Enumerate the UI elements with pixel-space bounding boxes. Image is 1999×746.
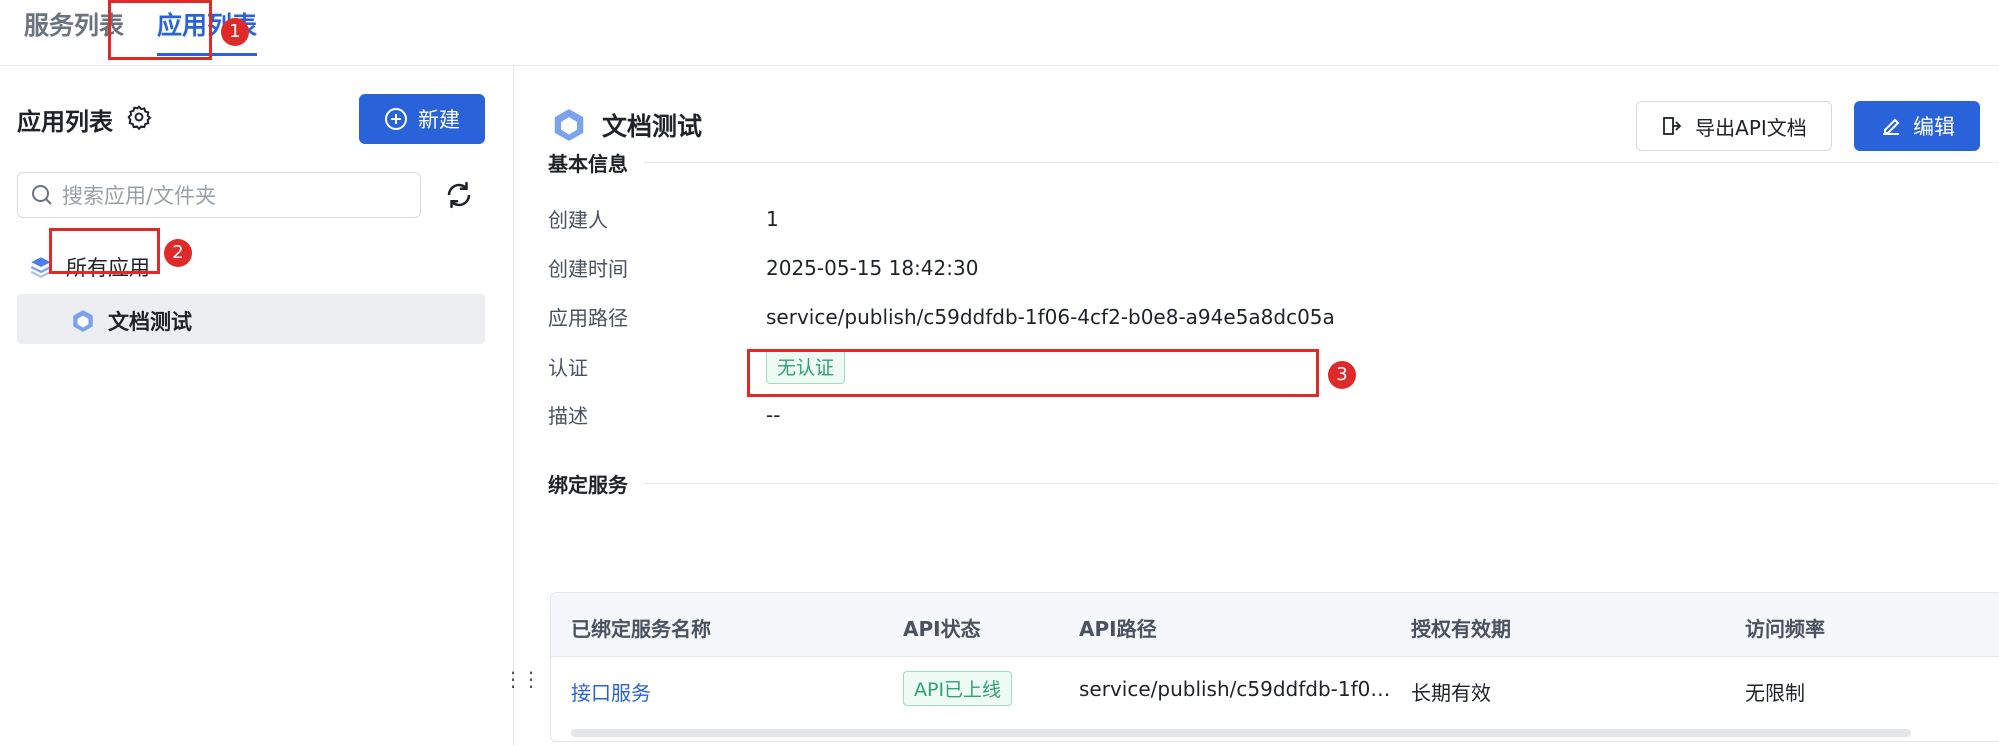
export-api-doc-button[interactable]: 导出API文档 <box>1636 101 1832 151</box>
horizontal-scrollbar[interactable] <box>571 729 1911 737</box>
api-path-cell: service/publish/c59ddfdb-1f0… <box>1079 677 1391 701</box>
info-row-app-path: 应用路径 service/publish/c59ddfdb-1f06-4cf2-… <box>548 302 1335 331</box>
info-label: 描述 <box>548 404 588 428</box>
section-bound-services: 绑定服务 <box>548 469 1998 498</box>
divider <box>644 483 1998 484</box>
main-panel: 文档测试 导出API文档 编辑 基本信息 创建人 1 创建时间 2025-05-… <box>514 66 1999 746</box>
bound-services-table: 已绑定服务名称 API状态 API路径 授权有效期 访问频率 接口服务 API已… <box>550 592 1999 742</box>
search-icon <box>32 185 52 205</box>
app-title: 文档测试 <box>550 106 702 144</box>
annotation-box-1 <box>108 0 212 60</box>
info-label: 创建人 <box>548 208 608 232</box>
info-label: 创建时间 <box>548 257 628 281</box>
new-app-label: 新建 <box>418 108 460 132</box>
section-bound-services-title: 绑定服务 <box>548 473 628 497</box>
plus-circle-icon <box>385 108 407 130</box>
new-app-button[interactable]: 新建 <box>359 94 485 144</box>
export-api-doc-label: 导出API文档 <box>1695 115 1807 140</box>
annotation-callout-3: 3 <box>1328 361 1356 389</box>
search-input[interactable]: 搜索应用/文件夹 <box>17 172 421 218</box>
info-value[interactable]: service/publish/c59ddfdb-1f06-4cf2-b0e8-… <box>766 305 1335 329</box>
info-row-description: 描述 -- <box>548 400 780 429</box>
api-status-badge: API已上线 <box>903 671 1013 706</box>
app-cube-icon <box>554 109 584 141</box>
info-value: 1 <box>766 206 779 231</box>
annotation-callout-1: 1 <box>221 18 249 46</box>
tree-item-selected[interactable]: 文档测试 <box>17 294 485 344</box>
tree-item-label: 文档测试 <box>108 310 192 334</box>
app-cube-icon <box>73 310 93 332</box>
sidebar-title: 应用列表 <box>17 108 113 136</box>
column-header: API路径 <box>1079 617 1157 641</box>
column-header: 访问频率 <box>1745 617 1825 641</box>
annotation-callout-2: 2 <box>164 239 192 267</box>
export-icon <box>1663 117 1682 135</box>
info-label: 应用路径 <box>548 306 628 330</box>
sidebar: 应用列表 新建 搜索应用/文件夹 所有应用 文档测试 ⋮⋮ <box>0 66 541 746</box>
info-label: 认证 <box>548 356 588 380</box>
column-header: API状态 <box>903 617 981 641</box>
edit-label: 编辑 <box>1913 115 1955 139</box>
divider <box>644 162 1998 163</box>
edit-button[interactable]: 编辑 <box>1854 101 1980 151</box>
gear-icon[interactable] <box>126 104 152 130</box>
info-row-creator: 创建人 1 <box>548 204 779 233</box>
column-header: 授权有效期 <box>1411 617 1511 641</box>
annotation-box-2 <box>49 228 160 274</box>
service-name-link[interactable]: 接口服务 <box>571 677 651 706</box>
info-value: 2025-05-15 18:42:30 <box>766 255 979 280</box>
rate-limit-cell: 无限制 <box>1745 681 1805 705</box>
search-placeholder: 搜索应用/文件夹 <box>62 184 217 208</box>
annotation-box-3 <box>747 349 1319 397</box>
info-value: -- <box>766 402 781 427</box>
app-title-text: 文档测试 <box>602 112 703 141</box>
top-tab-bar: 服务列表 应用列表 <box>0 0 1999 66</box>
info-row-created-time: 创建时间 2025-05-15 18:42:30 <box>548 253 978 282</box>
section-basic-info: 基本信息 <box>548 148 1998 177</box>
section-basic-info-title: 基本信息 <box>548 152 628 176</box>
column-header: 已绑定服务名称 <box>571 617 711 641</box>
refresh-icon[interactable] <box>444 180 474 210</box>
validity-cell: 长期有效 <box>1411 681 1491 705</box>
edit-pencil-icon <box>1883 118 1900 135</box>
api-status-text: API已上线 <box>903 671 1013 706</box>
